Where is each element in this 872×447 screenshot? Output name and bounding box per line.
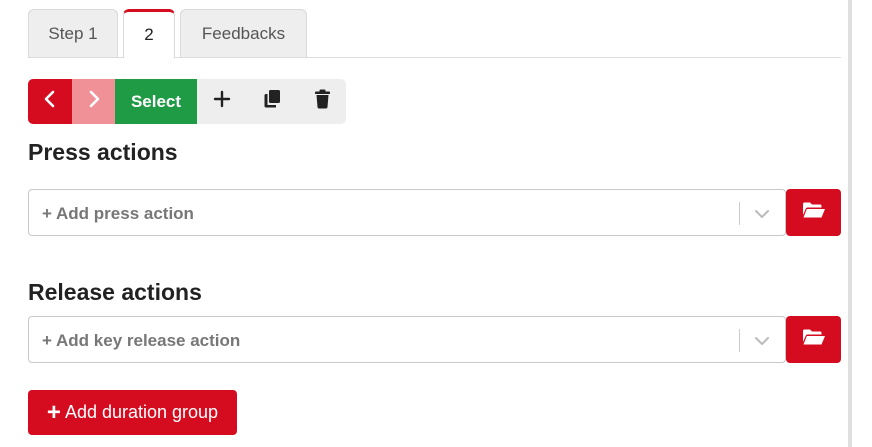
press-action-placeholder: + Add press action xyxy=(42,204,194,223)
release-action-placeholder: + Add key release action xyxy=(42,331,241,350)
select-step-button[interactable]: Select xyxy=(115,79,197,124)
tab-step-2[interactable]: 2 xyxy=(123,9,175,58)
next-step-button[interactable] xyxy=(72,79,115,124)
step-toolbar: Select xyxy=(28,79,346,124)
press-action-browse-button[interactable] xyxy=(786,189,841,236)
copy-icon xyxy=(263,89,281,114)
chevron-down-icon[interactable] xyxy=(751,331,773,351)
add-duration-group-label: Add duration group xyxy=(64,402,219,422)
chevron-down-icon[interactable] xyxy=(751,204,773,224)
tab-feedbacks[interactable]: Feedbacks xyxy=(180,9,307,57)
release-actions-heading: Release actions xyxy=(28,279,202,305)
delete-step-button[interactable] xyxy=(304,79,340,124)
select-separator xyxy=(739,329,740,352)
folder-open-icon xyxy=(802,328,826,351)
release-action-browse-button[interactable] xyxy=(786,316,841,363)
chevron-left-icon xyxy=(43,89,57,114)
release-action-row: + Add key release action xyxy=(28,316,841,364)
press-action-row: + Add press action xyxy=(28,189,841,237)
tab-step-1[interactable]: Step 1 xyxy=(28,9,118,57)
press-actions-heading: Press actions xyxy=(28,139,178,165)
trash-icon xyxy=(314,89,331,114)
duplicate-step-button[interactable] xyxy=(254,79,290,124)
select-separator xyxy=(739,202,740,225)
plus-icon xyxy=(213,90,231,113)
chevron-right-icon xyxy=(87,89,101,114)
folder-open-icon xyxy=(802,201,826,224)
panel-gutter xyxy=(852,0,872,447)
press-action-select[interactable]: + Add press action xyxy=(28,189,786,236)
previous-step-button[interactable] xyxy=(28,79,72,124)
release-action-select[interactable]: + Add key release action xyxy=(28,316,786,363)
add-step-button[interactable] xyxy=(204,79,240,124)
add-duration-group-button[interactable]: + Add duration group xyxy=(28,390,237,435)
plus-icon: + xyxy=(46,398,61,426)
step-tabs: Step 1 2 Feedbacks xyxy=(28,9,841,58)
